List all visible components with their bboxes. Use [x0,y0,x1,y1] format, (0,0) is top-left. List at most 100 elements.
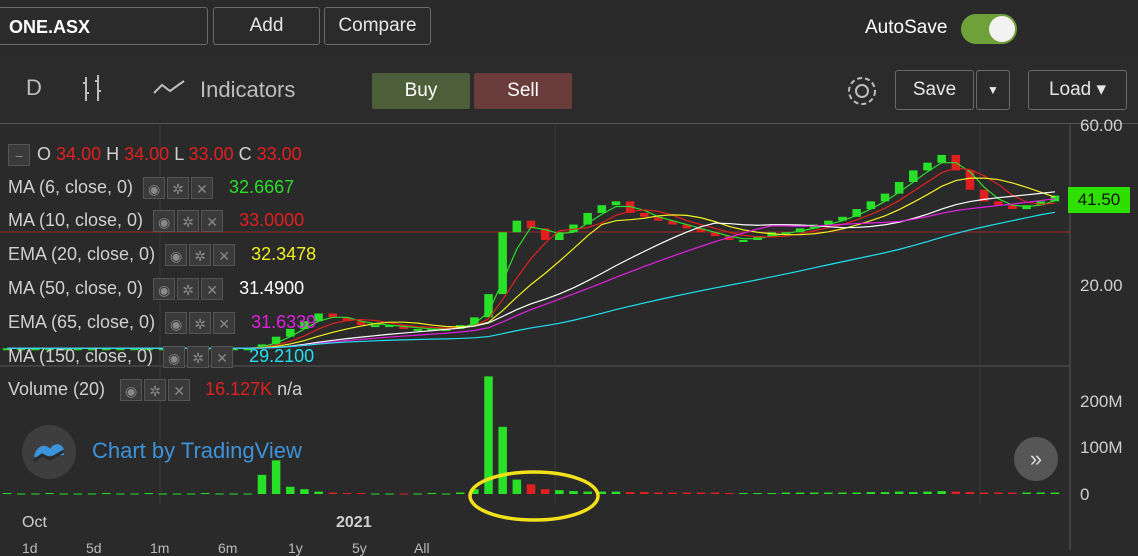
gear-icon[interactable]: ✲ [167,177,190,200]
price-candle [640,212,649,217]
volume-axis-label: 200M [1080,392,1123,411]
volume-bar [399,493,408,495]
volume-bar [809,492,819,494]
volume-bar [781,492,791,494]
eye-icon[interactable]: ◉ [153,210,176,233]
scroll-forward-button[interactable]: » [1014,437,1058,481]
price-candle [739,240,748,242]
volume-bar [753,493,762,495]
volume-bar [130,493,139,495]
price-candle [965,170,975,190]
volume-bar [710,492,720,494]
gear-icon[interactable]: ✲ [144,379,167,402]
volume-bar [271,460,281,494]
range-button-1y[interactable]: 1y [288,540,303,556]
chart-type-icon[interactable] [80,73,106,111]
indicator-value: 32.3478 [251,244,317,264]
eye-icon[interactable]: ◉ [120,379,143,402]
eye-icon[interactable]: ◉ [163,346,186,369]
volume-legend: Volume (20) ◉ ✲ ✕ 16.127K n/a [8,379,303,402]
volume-bar [158,493,168,495]
indicator-name: MA (50, close, 0) [8,278,144,298]
volume-bar [852,492,861,494]
autosave-toggle[interactable] [961,14,1017,44]
volume-bar [370,493,380,495]
indicators-icon[interactable] [152,77,186,105]
load-button[interactable]: Load ▾ [1028,70,1127,110]
volume-bar [1036,492,1046,494]
chart-area[interactable]: − O 34.00 H 34.00 L 33.00 C 33.00 MA (6,… [0,116,1138,550]
close-icon[interactable]: ✕ [211,346,234,369]
volume-bar [257,474,267,494]
eye-icon[interactable]: ◉ [143,177,166,200]
price-candle [597,205,607,213]
settings-gear-icon[interactable] [845,74,879,114]
indicator-legend-row: MA (50, close, 0) ◉ ✲ ✕ 31.4900 [8,278,305,301]
indicator-value: 31.4900 [239,278,305,298]
compare-button[interactable]: Compare [324,7,431,45]
volume-bar [696,492,706,494]
volume-bar [413,493,422,495]
indicator-name: EMA (65, close, 0) [8,312,156,332]
indicator-name: MA (6, close, 0) [8,177,134,197]
sell-button[interactable]: Sell [474,73,572,109]
eye-icon[interactable]: ◉ [165,312,188,335]
save-button[interactable]: Save [895,70,974,110]
volume-extra: n/a [277,379,303,399]
indicator-name: EMA (20, close, 0) [8,244,156,264]
volume-bar [866,492,876,494]
close-icon[interactable]: ✕ [191,177,214,200]
gear-icon[interactable]: ✲ [187,346,210,369]
indicator-value: 31.6339 [251,312,317,332]
range-button-5y[interactable]: 5y [352,540,367,556]
volume-bar [767,493,776,495]
gear-icon[interactable]: ✲ [177,278,200,301]
range-button-1d[interactable]: 1d [22,540,38,556]
high-value: 34.00 [124,144,170,164]
price-candle [937,154,946,163]
range-button-5d[interactable]: 5d [86,540,102,556]
close-icon[interactable]: ✕ [201,210,224,233]
volume-bar [824,492,833,494]
volume-value: 16.127K [205,379,273,399]
gear-icon[interactable]: ✲ [189,244,212,267]
volume-bar [979,492,989,494]
volume-bar [668,492,677,494]
close-icon[interactable]: ✕ [168,379,191,402]
indicator-legend-row: EMA (20, close, 0) ◉ ✲ ✕ 32.3478 [8,244,317,267]
eye-icon[interactable]: ◉ [165,244,188,267]
volume-bar [314,491,323,494]
volume-bar [965,492,975,494]
range-button-All[interactable]: All [414,540,430,556]
indicators-button[interactable]: Indicators [200,77,295,103]
close-icon[interactable]: ✕ [213,244,236,267]
buy-button[interactable]: Buy [372,73,470,109]
eye-icon[interactable]: ◉ [153,278,176,301]
add-button[interactable]: Add [213,7,320,45]
gear-icon[interactable]: ✲ [189,312,212,335]
volume-bar [101,493,111,495]
tradingview-logo-icon[interactable] [22,425,76,479]
close-icon[interactable]: ✕ [213,312,236,335]
volume-bar [385,493,394,495]
indicator-value: 32.6667 [229,177,295,197]
last-price-tag: 41.50 [1068,187,1130,213]
collapse-toggle[interactable]: − [8,144,30,167]
volume-bar [654,492,663,494]
save-dropdown-chevron-icon[interactable]: ▼ [976,70,1010,110]
symbol-input[interactable]: ONE.ASX [0,7,208,45]
gear-icon[interactable]: ✲ [177,210,200,233]
range-button-1m[interactable]: 1m [150,540,169,556]
range-button-6m[interactable]: 6m [218,540,237,556]
volume-bar [286,486,295,494]
top-bar: ONE.ASX Add Compare AutoSave [0,0,1138,56]
open-label: O [37,144,52,164]
close-icon[interactable]: ✕ [201,278,224,301]
volume-bar [229,493,238,495]
volume-bar [2,493,12,495]
interval-button[interactable]: D [26,75,42,101]
toggle-knob [989,16,1015,42]
indicator-legend-row: MA (150, close, 0) ◉ ✲ ✕ 29.2100 [8,346,314,369]
volume-bar [356,493,366,495]
tradingview-branding[interactable]: Chart by TradingView [92,438,302,464]
